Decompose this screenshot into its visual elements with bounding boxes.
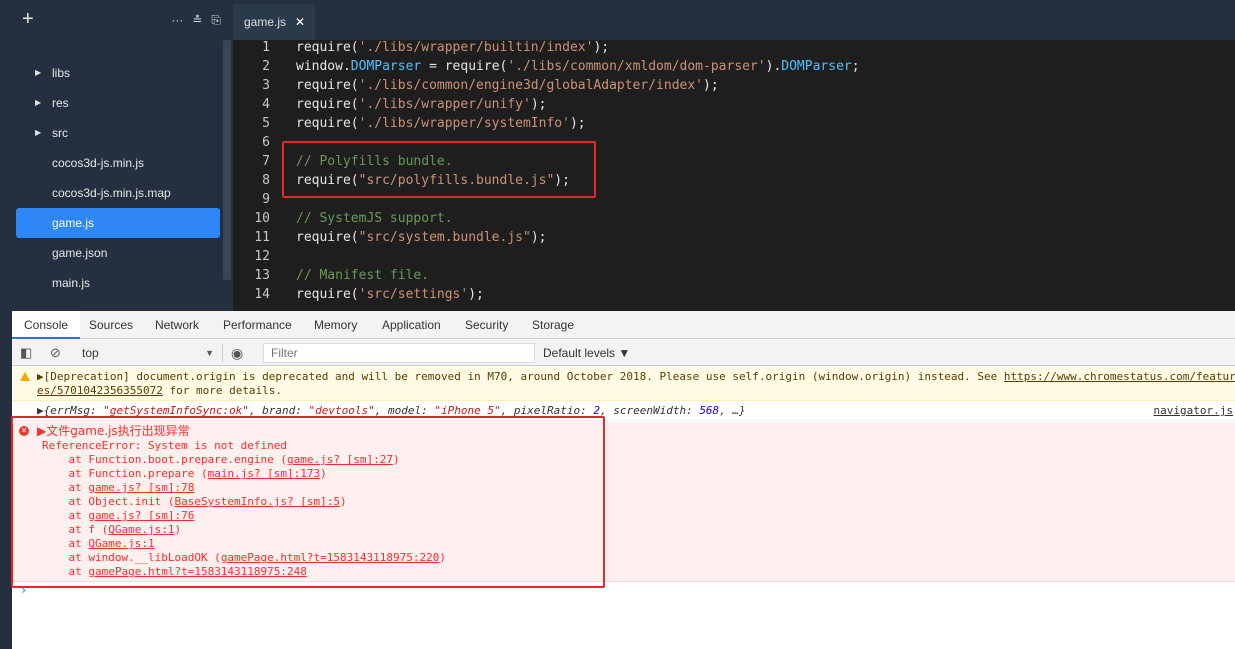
line-text: require('./libs/wrapper/unify'); <box>296 97 547 112</box>
line-number: 8 <box>262 173 270 188</box>
line-number: 1 <box>262 40 270 55</box>
clear-console-icon[interactable]: ⊘ <box>50 344 61 362</box>
chevron-down-icon: ▼ <box>205 348 214 358</box>
line-number: 7 <box>262 154 270 169</box>
code-line[interactable]: 11 require("src/system.bundle.js"); <box>233 228 1235 247</box>
code-line[interactable]: 14 require('src/settings'); <box>233 285 1235 304</box>
explorer-scrollbar[interactable] <box>223 40 231 280</box>
line-number: 5 <box>262 116 270 131</box>
context-value: top <box>82 346 99 360</box>
source-link[interactable]: navigator.js <box>1154 404 1233 418</box>
line-text: // SystemJS support. <box>296 211 453 226</box>
line-text: require('./libs/common/engine3d/globalAd… <box>296 78 719 93</box>
line-text: require('src/settings'); <box>296 287 484 302</box>
code-line[interactable]: 4 require('./libs/wrapper/unify'); <box>233 95 1235 114</box>
code-line[interactable]: 10 // SystemJS support. <box>233 209 1235 228</box>
tab-console[interactable]: Console <box>12 311 81 339</box>
console-toolbar: ◧ ⊘ top ▼ ◉ Default levels ▼ <box>12 340 1235 366</box>
line-text: require('./libs/wrapper/builtin/index'); <box>296 40 610 55</box>
context-select[interactable]: top ▼ <box>82 344 214 362</box>
close-icon[interactable]: ✕ <box>295 4 305 40</box>
highlight-box <box>282 141 596 198</box>
tab-storage[interactable]: Storage <box>520 311 586 339</box>
new-file-icon[interactable]: ⎘ <box>211 12 221 28</box>
line-text: require('./libs/wrapper/systemInfo'); <box>296 116 586 131</box>
tree-item[interactable]: main.js <box>12 268 233 298</box>
code-line[interactable]: 2 window.DOMParser = require('./libs/comm… <box>233 57 1235 76</box>
chevron-right-icon[interactable]: ▶ <box>35 118 41 148</box>
filter-input[interactable] <box>263 343 535 363</box>
code-line[interactable]: 12 <box>233 247 1235 266</box>
tree-item-label: cocos3d-js.min.js <box>52 156 145 170</box>
code-editor: game.js ✕ 1 require('./libs/wrapper/built… <box>233 0 1235 311</box>
tab-label: game.js <box>244 15 287 29</box>
tree-item-label: game.js <box>52 216 95 230</box>
tree-item[interactable]: game.js <box>16 208 220 238</box>
tree-item[interactable]: ▶ libs <box>12 58 233 88</box>
line-number: 9 <box>262 192 270 207</box>
file-explorer: + ··· ≛ ⎘ ▶ libs ▶ res ▶ src cocos3d-js.min.js… <box>12 0 233 311</box>
line-number: 2 <box>262 59 270 74</box>
collapse-icon[interactable]: ≛ <box>192 12 202 28</box>
tab-game-js[interactable]: game.js ✕ <box>233 4 315 40</box>
tab-performance[interactable]: Performance <box>211 311 304 339</box>
line-number: 4 <box>262 97 270 112</box>
tree-item[interactable]: ▶ res <box>12 88 233 118</box>
tree-item[interactable]: game.json <box>12 238 233 268</box>
more-icon[interactable]: ··· <box>171 12 183 28</box>
line-number: 10 <box>254 211 270 226</box>
line-text: require("src/system.bundle.js"); <box>296 230 547 245</box>
code-line[interactable]: 5 require('./libs/wrapper/systemInfo'); <box>233 114 1235 133</box>
line-number: 11 <box>254 230 270 245</box>
line-number: 6 <box>262 135 270 150</box>
tree-item-label: res <box>52 96 69 110</box>
eye-icon[interactable]: ◉ <box>231 344 243 362</box>
code-line[interactable]: 13 // Manifest file. <box>233 266 1235 285</box>
line-text: // Manifest file. <box>296 268 430 283</box>
tree-item-label: game.json <box>52 246 108 260</box>
tab-memory[interactable]: Memory <box>302 311 369 339</box>
tab-sources[interactable]: Sources <box>77 311 145 339</box>
plus-icon[interactable]: + <box>22 8 34 30</box>
line-number: 3 <box>262 78 270 93</box>
line-number: 13 <box>254 268 270 283</box>
console-prompt[interactable]: › <box>20 583 27 597</box>
tree-item-label: src <box>52 126 68 140</box>
devtools-panel: Console Sources Network Performance Memory Ap… <box>11 311 1235 649</box>
warning-message: ▶[Deprecation] document.origin is deprec… <box>12 367 1235 401</box>
highlight-box <box>11 416 605 588</box>
explorer-toolbar: + ··· ≛ ⎘ <box>12 0 233 40</box>
tab-application[interactable]: Application <box>370 311 453 339</box>
devtools-tabs: Console Sources Network Performance Memory Ap… <box>12 311 1235 339</box>
tree-item[interactable]: cocos3d-js.min.js.map <box>12 178 233 208</box>
levels-dropdown[interactable]: Default levels ▼ <box>543 344 630 362</box>
code-line[interactable]: 3 require('./libs/common/engine3d/globalA… <box>233 76 1235 95</box>
explorer-tools: ··· ≛ ⎘ <box>171 12 221 28</box>
file-tree: ▶ libs ▶ res ▶ src cocos3d-js.min.js cocos3d-js… <box>12 58 233 298</box>
sidebar-toggle-icon[interactable]: ◧ <box>20 344 32 362</box>
code-line[interactable]: 1 require('./libs/wrapper/builtin/index')… <box>233 38 1235 57</box>
tree-item-label: libs <box>52 66 71 80</box>
line-text: window.DOMParser = require('./libs/commo… <box>296 59 860 74</box>
tree-item-label: cocos3d-js.min.js.map <box>52 186 171 200</box>
line-number: 14 <box>254 287 270 302</box>
line-number: 12 <box>254 249 270 264</box>
editor-tabbar: game.js ✕ <box>233 0 1235 40</box>
tab-security[interactable]: Security <box>453 311 520 339</box>
tree-item-label: main.js <box>52 276 91 290</box>
tab-network[interactable]: Network <box>143 311 211 339</box>
chromestatus-link-cont[interactable]: es/5701042356355072 <box>37 384 163 397</box>
chromestatus-link[interactable]: https://www.chromestatus.com/featur <box>1004 370 1235 383</box>
warning-icon <box>20 372 30 381</box>
warning-text: ▶[Deprecation] document.origin is deprec… <box>37 370 1235 397</box>
chevron-right-icon[interactable]: ▶ <box>35 88 41 118</box>
chevron-right-icon[interactable]: ▶ <box>35 58 41 88</box>
toolbar-divider <box>222 344 223 362</box>
tree-item[interactable]: cocos3d-js.min.js <box>12 148 233 178</box>
tree-item[interactable]: ▶ src <box>12 118 233 148</box>
